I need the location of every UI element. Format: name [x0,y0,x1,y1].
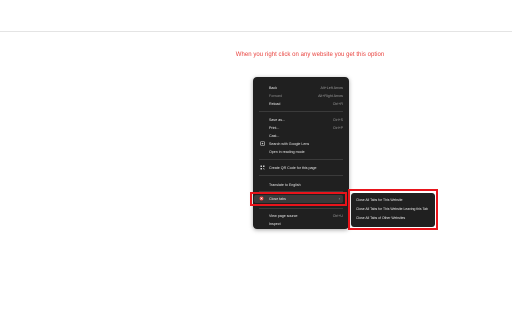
close-tabs-extension-icon [259,196,264,201]
menu-separator [259,159,343,160]
close-tabs-submenu: Close All Tabs for This Website Close Al… [351,193,435,227]
menu-item-label: Translate to English [269,182,301,187]
menu-separator [259,208,343,209]
menu-item-label: Print... [269,125,280,130]
menu-item-label: Close tabs [269,196,286,201]
menu-item-shortcut: Ctrl+R [332,101,343,106]
menu-item-label: Forward [269,93,283,98]
menu-item-translate[interactable]: Translate to English [253,180,349,189]
menu-item-label: Open in reading mode [269,149,305,154]
menu-item-label: View page source [269,213,298,218]
menu-item-shortcut: Ctrl+U [332,213,343,218]
submenu-item-label: Close All Tabs of Other Websites [356,215,406,220]
menu-item-close-tabs[interactable]: Close tabs › [253,194,346,203]
chevron-right-icon: › [338,196,340,201]
menu-item-label: Save as... [269,117,285,122]
menu-item-label: Back [269,85,277,90]
menu-item-shortcut: Alt+Right Arrow [318,93,343,98]
menu-item-label: Inspect [269,221,281,226]
qr-code-icon [260,165,265,170]
menu-item-reading-mode[interactable]: Open in reading mode [253,147,349,156]
caption-text: When you right click on any website you … [235,52,385,58]
menu-item-create-qr[interactable]: Create QR Code for this page [253,163,349,172]
submenu-item-close-website-tabs[interactable]: Close All Tabs for This Website [356,196,432,203]
menu-item-reload[interactable]: Reload Ctrl+R [253,99,349,108]
menu-item-shortcut: Ctrl+P [332,125,343,130]
menu-item-label: Cast... [269,133,280,138]
menu-item-inspect[interactable]: Inspect [253,219,349,228]
submenu-item-close-website-tabs-leave-current[interactable]: Close All Tabs for This Website Leaving … [356,205,432,212]
menu-separator [259,111,343,112]
divider-line [0,31,512,32]
google-lens-icon [260,141,265,146]
menu-item-label: Reload [269,101,281,106]
menu-item-shortcut: Ctrl+S [332,117,343,122]
menu-separator [259,175,343,176]
context-menu: Back Alt+Left Arrow Forward Alt+Right Ar… [253,77,349,229]
menu-item-shortcut: Alt+Left Arrow [320,85,343,90]
submenu-item-label: Close All Tabs for This Website Leaving … [356,206,428,211]
menu-item-label: Create QR Code for this page [269,165,317,170]
menu-item-label: Search with Google Lens [269,141,310,146]
submenu-item-label: Close All Tabs for This Website [356,197,403,202]
submenu-item-close-other-websites[interactable]: Close All Tabs of Other Websites [356,214,432,221]
